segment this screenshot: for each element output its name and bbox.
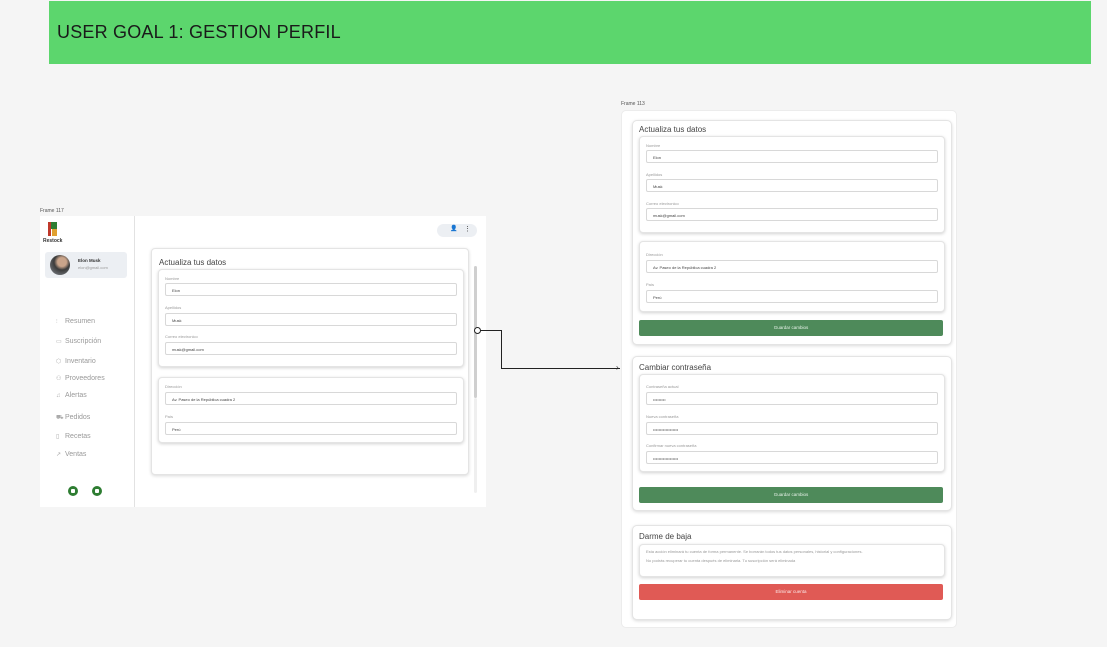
delete-account-section: Darme de baja Esta acción eliminará tu c… <box>632 525 952 620</box>
field-label: País <box>165 414 174 419</box>
sidebar-item-alertas[interactable]: ♫ Alertas <box>56 392 126 402</box>
field-label: Apellidos <box>165 305 182 310</box>
sidebar-item-recetas[interactable]: ▯ Recetas <box>56 433 126 443</box>
lastname-input[interactable]: Musk <box>646 179 938 192</box>
delete-account-button[interactable]: Eliminar cuenta <box>639 584 943 600</box>
save-password-button[interactable]: Guardar cambios <box>639 487 943 503</box>
user-menu-pill[interactable]: 👤 ⋮ <box>437 224 477 237</box>
sidebar-item-label: Inventario <box>65 358 96 365</box>
frame-117: Restock Elon Musk elon@gmail.com ⫶ Resume… <box>40 216 486 507</box>
address-input[interactable]: Av. Paseo de la República cuadra 2 <box>646 260 938 273</box>
connector-line <box>480 330 501 331</box>
field-label: Correo electronico <box>165 334 198 339</box>
save-data-button[interactable]: Guardar cambios <box>639 320 943 336</box>
settings-button[interactable] <box>68 486 78 496</box>
field-label: Confirmar nueva contraseña <box>646 443 697 448</box>
name-input[interactable]: Elon <box>165 283 457 296</box>
email-input[interactable]: musk@gmail.com <box>646 208 938 221</box>
current-password-input[interactable]: ••••••••• <box>646 392 938 405</box>
section-title: Cambiar contraseña <box>639 363 712 372</box>
name-input[interactable]: Elon <box>646 150 938 163</box>
frame-right-label: Frame 113 <box>621 101 645 107</box>
connector-line <box>501 330 502 368</box>
scrollbar-track[interactable] <box>474 398 477 493</box>
sidebar-item-label: Resumen <box>65 318 95 325</box>
new-password-input[interactable]: •••••••••••••••••• <box>646 422 938 435</box>
address-card: Dirección Av. Paseo de la República cuad… <box>639 241 945 312</box>
field-label: Nueva contraseña <box>646 414 679 419</box>
sidebar-item-pedidos[interactable]: ⛟Pedidos <box>56 414 126 424</box>
personal-data-card: Nombre Elon Apellidos Musk Correo electr… <box>639 136 945 233</box>
section-title: Darme de baja <box>639 532 692 541</box>
delete-warning-card: Esta acción eliminará tu cuenta de forma… <box>639 544 945 577</box>
field-label: País <box>646 282 655 287</box>
recipe-icon: ▯ <box>56 434 60 440</box>
user-icon: 👤 <box>450 226 458 232</box>
password-card: Contraseña actual ••••••••• Nueva contra… <box>639 374 945 472</box>
field-label: Dirección <box>165 384 182 389</box>
sidebar-item-suscripcion[interactable]: ▭ Suscripción <box>56 338 126 348</box>
sidebar-item-label: Suscripción <box>65 338 102 345</box>
user-email: elon@gmail.com <box>78 265 108 270</box>
lastname-input[interactable]: Musk <box>165 313 457 326</box>
update-data-section: Actualiza tus datos Nombre Elon Apellido… <box>632 120 952 345</box>
field-label: Nombre <box>646 143 661 148</box>
country-input[interactable]: Perú <box>165 422 457 435</box>
address-input[interactable]: Av. Paseo de la República cuadra 2 <box>165 392 457 405</box>
logout-button[interactable] <box>92 486 102 496</box>
sidebar-item-label: Proveedores <box>65 375 105 382</box>
user-card[interactable]: Elon Musk elon@gmail.com <box>45 252 127 278</box>
connector-arrow-icon: › <box>616 363 619 372</box>
field-label: Apellidos <box>646 172 663 177</box>
sidebar-item-resumen[interactable]: ⫶ Resumen <box>56 318 126 328</box>
sidebar-item-proveedores[interactable]: ⚇ Proveedores <box>56 375 126 385</box>
user-name: Elon Musk <box>78 258 101 263</box>
country-input[interactable]: Perú <box>646 290 938 303</box>
confirm-password-input[interactable]: •••••••••••••••••• <box>646 451 938 464</box>
chart-icon: ⫶ <box>56 319 58 325</box>
sidebar-item-label: Ventas <box>65 451 87 458</box>
people-icon: ⚇ <box>56 376 62 382</box>
address-card: Dirección Av. Paseo de la República cuad… <box>158 377 464 443</box>
truck-icon: ⛟ <box>56 415 64 421</box>
avatar <box>50 255 70 275</box>
restock-logo-icon <box>48 222 57 236</box>
goal-banner: USER GOAL 1: GESTION PERFIL <box>49 1 1091 64</box>
goal-title: USER GOAL 1: GESTION PERFIL <box>57 22 341 42</box>
frame-left-label: Frame 117 <box>40 208 64 214</box>
email-input[interactable]: musk@gmail.com <box>165 342 457 355</box>
profile-panel: Actualiza tus datos Nombre Elon Apellido… <box>151 248 469 475</box>
sidebar: Restock Elon Musk elon@gmail.com ⫶ Resume… <box>40 216 135 507</box>
card-icon: ▭ <box>56 339 62 345</box>
change-password-section: Cambiar contraseña Contraseña actual •••… <box>632 356 952 511</box>
frame-113: Actualiza tus datos Nombre Elon Apellido… <box>621 110 957 628</box>
field-label: Correo electronico <box>646 201 679 206</box>
sidebar-item-label: Pedidos <box>65 414 91 421</box>
field-label: Nombre <box>165 276 180 281</box>
warning-line-1: Esta acción eliminará tu cuenta de forma… <box>646 549 863 554</box>
sidebar-item-label: Recetas <box>65 433 91 440</box>
section-title: Actualiza tus datos <box>639 125 707 134</box>
connector-line <box>501 368 620 369</box>
more-vertical-icon: ⋮ <box>464 226 471 233</box>
panel-title: Actualiza tus datos <box>159 258 227 267</box>
box-icon: ⬡ <box>56 359 62 365</box>
sidebar-item-inventario[interactable]: ⬡ Inventario <box>56 358 126 368</box>
field-label: Dirección <box>646 252 663 257</box>
bell-icon: ♫ <box>56 393 61 399</box>
trend-icon: ↗ <box>56 452 62 458</box>
logo-text: Restock <box>43 238 63 244</box>
personal-data-card: Nombre Elon Apellidos Musk Correo electr… <box>158 269 464 367</box>
field-label: Contraseña actual <box>646 384 679 389</box>
sidebar-item-label: Alertas <box>65 392 87 399</box>
sidebar-item-ventas[interactable]: ↗ Ventas <box>56 451 126 461</box>
warning-line-2: No podrás recuperar tu cuenta después de… <box>646 558 796 563</box>
